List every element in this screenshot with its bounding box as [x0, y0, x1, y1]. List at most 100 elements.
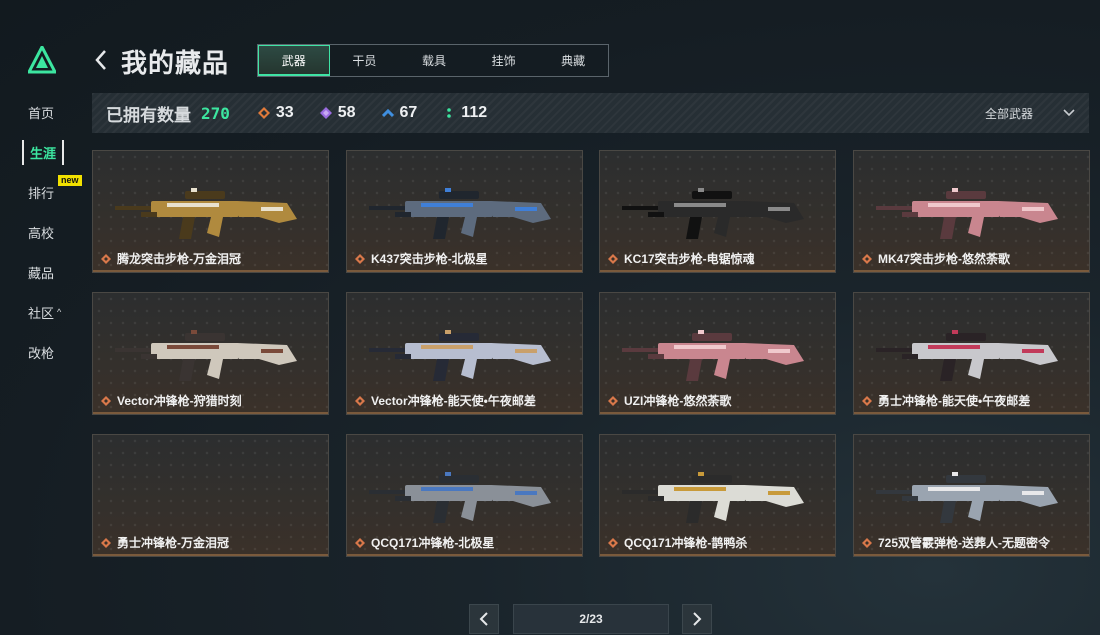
stat-orange-tier: 33 [257, 104, 294, 122]
rarity-diamond-icon [355, 537, 365, 548]
weapon-skin-name: Vector冲锋枪-狩猎时刻 [117, 394, 242, 408]
rarity-diamond-icon [101, 395, 111, 406]
chevron-down-icon [1063, 109, 1075, 117]
weapon-image [369, 330, 551, 381]
chevron-left-icon [479, 612, 488, 626]
weapon-skin-grid: 腾龙突击步枪-万金泪冠 K437突击步枪-北极星 KC17突击步枪-电锯惊魂 M… [92, 150, 1090, 557]
rarity-diamond-icon [608, 395, 618, 406]
rarity-diamond-icon [862, 253, 872, 264]
stat-blue-tier: 67 [381, 104, 418, 122]
page-indicator: 2/23 [513, 604, 669, 634]
weapon-image [369, 188, 551, 239]
stat-purple-tier: 58 [319, 104, 356, 122]
weapon-skin-name-row: 勇士冲锋枪-能天使•午夜邮差 [862, 392, 1030, 409]
stat-value: 58 [337, 104, 356, 121]
weapon-skin-name-row: MK47突击步枪-悠然荼歌 [862, 250, 1010, 267]
rarity-diamond-icon [101, 537, 111, 548]
rarity-diamond-icon [101, 253, 111, 264]
category-tabs: 武器 干员 载具 挂饰 典藏 [257, 44, 609, 77]
owned-count-total: 270 [201, 103, 230, 123]
rarity-diamond-icon [862, 395, 872, 406]
weapon-skin-card[interactable]: 勇士冲锋枪-能天使•午夜邮差 [853, 292, 1090, 415]
weapon-skin-name-row: UZI冲锋枪-悠然荼歌 [608, 392, 731, 409]
tab-collectibles[interactable]: 典藏 [538, 45, 608, 76]
sidebar-item-collection[interactable]: 藏品 [18, 252, 78, 292]
weapon-image [622, 188, 804, 239]
weapon-skin-card[interactable]: Vector冲锋枪-能天使•午夜邮差 [346, 292, 583, 415]
sidebar-item-label: 生涯 [22, 139, 65, 165]
weapon-skin-card[interactable]: KC17突击步枪-电锯惊魂 [599, 150, 836, 273]
stat-value: 33 [275, 104, 294, 121]
weapon-skin-name: 勇士冲锋枪-万金泪冠 [117, 536, 229, 550]
tab-charms[interactable]: 挂饰 [469, 45, 539, 76]
sidebar-item-label: 高校 [28, 225, 55, 241]
weapon-skin-card[interactable]: MK47突击步枪-悠然荼歌 [853, 150, 1090, 273]
weapon-image [369, 472, 551, 523]
rarity-diamond-icon [608, 537, 618, 548]
app-logo-icon [28, 46, 56, 74]
stat-green-tier: 112 [443, 104, 487, 122]
weapon-skin-name: K437突击步枪-北极星 [371, 252, 488, 266]
chevron-right-icon [693, 612, 702, 626]
sidebar-nav: 首页 生涯 排行 new 高校 藏品 社区 ^ 改枪 [18, 92, 82, 372]
purple-diamond-icon [319, 107, 332, 119]
sidebar-item-label: 排行 [28, 185, 55, 201]
weapon-image [876, 330, 1058, 381]
sidebar-item-label: 首页 [28, 105, 55, 121]
owned-count-label: 已拥有数量 [106, 105, 191, 125]
chevron-up-icon: ^ [57, 307, 62, 317]
sidebar-item-universities[interactable]: 高校 [18, 212, 78, 252]
back-chevron-icon[interactable] [92, 48, 110, 72]
weapon-skin-card[interactable]: K437突击步枪-北极星 [346, 150, 583, 273]
sidebar-item-home[interactable]: 首页 [18, 92, 78, 132]
sidebar-item-community[interactable]: 社区 ^ [18, 292, 78, 332]
stat-value: 67 [399, 104, 418, 121]
stat-value: 112 [461, 104, 488, 121]
weapon-filter-dropdown[interactable]: 全部武器 [985, 93, 1075, 133]
sidebar-item-label: 社区 [28, 305, 55, 321]
sidebar-item-career[interactable]: 生涯 [18, 132, 78, 172]
orange-diamond-icon [257, 107, 270, 119]
weapon-skin-name-row: K437突击步枪-北极星 [355, 250, 488, 267]
weapon-skin-name: QCQ171冲锋枪-鹊鸭杀 [624, 536, 748, 550]
weapon-image [115, 330, 297, 381]
weapon-skin-card[interactable]: QCQ171冲锋枪-鹊鸭杀 [599, 434, 836, 557]
ownership-stats-bar: 已拥有数量 270 33 58 67 112 全部武器 [92, 93, 1089, 133]
weapon-skin-card[interactable]: 腾龙突击步枪-万金泪冠 [92, 150, 329, 273]
sidebar-item-ranking[interactable]: 排行 new [18, 172, 82, 212]
prev-page-button[interactable] [469, 604, 499, 634]
weapon-skin-name: 725双管霰弹枪-送葬人-无题密令 [878, 536, 1051, 550]
weapon-skin-name-row: KC17突击步枪-电锯惊魂 [608, 250, 755, 267]
weapon-skin-card[interactable]: 725双管霰弹枪-送葬人-无题密令 [853, 434, 1090, 557]
weapon-skin-name: MK47突击步枪-悠然荼歌 [878, 252, 1011, 266]
tab-weapons[interactable]: 武器 [258, 45, 330, 76]
weapon-skin-name-row: 勇士冲锋枪-万金泪冠 [101, 534, 229, 551]
weapon-skin-card[interactable]: Vector冲锋枪-狩猎时刻 [92, 292, 329, 415]
weapon-skin-name-row: Vector冲锋枪-能天使•午夜邮差 [355, 392, 536, 409]
weapon-image [115, 188, 297, 239]
rarity-diamond-icon [355, 395, 365, 406]
weapon-image [876, 472, 1058, 523]
weapon-skin-name: 腾龙突击步枪-万金泪冠 [117, 252, 241, 266]
rarity-diamond-icon [862, 537, 872, 548]
weapon-skin-card[interactable]: UZI冲锋枪-悠然荼歌 [599, 292, 836, 415]
next-page-button[interactable] [682, 604, 712, 634]
weapon-image [876, 188, 1058, 239]
page-title: 我的藏品 [121, 48, 230, 78]
weapon-skin-name: 勇士冲锋枪-能天使•午夜邮差 [878, 394, 1031, 408]
weapon-skin-name-row: 725双管霰弹枪-送葬人-无题密令 [862, 534, 1050, 551]
weapon-image [622, 330, 804, 381]
tab-vehicles[interactable]: 载具 [399, 45, 469, 76]
weapon-skin-card[interactable]: QCQ171冲锋枪-北极星 [346, 434, 583, 557]
rarity-diamond-icon [608, 253, 618, 264]
weapon-skin-name: QCQ171冲锋枪-北极星 [371, 536, 495, 550]
weapon-skin-name-row: QCQ171冲锋枪-北极星 [355, 534, 494, 551]
weapon-skin-name-row: 腾龙突击步枪-万金泪冠 [101, 250, 241, 267]
sidebar-item-label: 改枪 [28, 345, 55, 361]
tab-operators[interactable]: 干员 [330, 45, 400, 76]
weapon-skin-name-row: QCQ171冲锋枪-鹊鸭杀 [608, 534, 747, 551]
weapon-skin-name: KC17突击步枪-电锯惊魂 [624, 252, 755, 266]
filter-selected-value: 全部武器 [984, 106, 1033, 121]
weapon-skin-card[interactable]: 勇士冲锋枪-万金泪冠 [92, 434, 329, 557]
sidebar-item-gunsmith[interactable]: 改枪 [18, 332, 78, 372]
